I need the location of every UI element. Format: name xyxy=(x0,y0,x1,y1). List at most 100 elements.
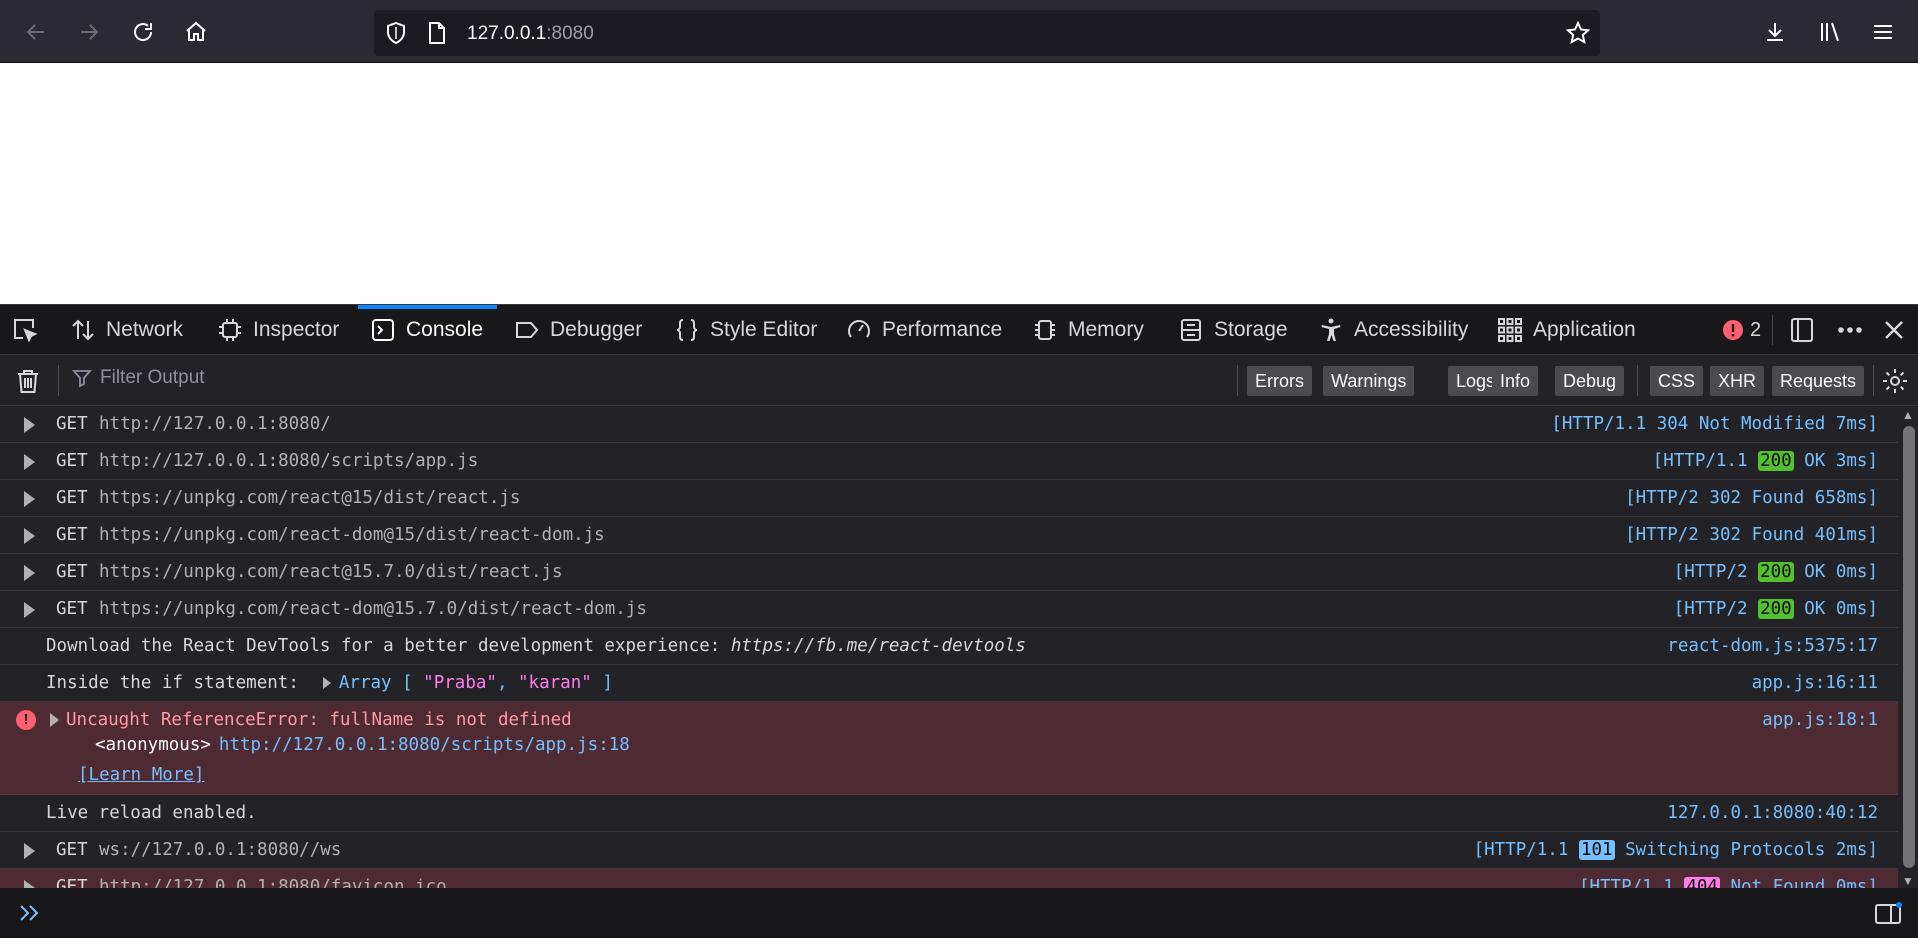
expand-arrow-icon[interactable] xyxy=(50,713,59,727)
more-options-button[interactable] xyxy=(1836,305,1864,355)
request-url[interactable]: https://unpkg.com/react@15.7.0/dist/reac… xyxy=(99,562,563,582)
request-url[interactable]: https://unpkg.com/react-dom@15/dist/reac… xyxy=(99,525,605,545)
status-code: 304 xyxy=(1656,414,1689,434)
filter-xhr-button[interactable]: XHR xyxy=(1710,366,1765,396)
tab-performance[interactable]: Performance xyxy=(846,305,1002,355)
filter-warnings-button[interactable]: Warnings xyxy=(1323,366,1415,396)
learn-more-link[interactable]: [Learn More] xyxy=(78,765,204,785)
filter-info-button[interactable]: Info xyxy=(1492,366,1539,396)
request-status[interactable]: [HTTP/1.1 101 Switching Protocols 2ms] xyxy=(1474,840,1878,860)
close-devtools-button[interactable] xyxy=(1882,305,1906,355)
request-url[interactable]: ws://127.0.0.1:8080//ws xyxy=(99,840,341,860)
gear-icon xyxy=(1883,369,1907,393)
network-request-row[interactable]: GET https://unpkg.com/react@15.7.0/dist/… xyxy=(0,554,1898,591)
expand-arrow-icon[interactable] xyxy=(24,454,35,470)
expand-arrow-icon[interactable] xyxy=(24,491,35,507)
log-link[interactable]: https://fb.me/react-devtools xyxy=(731,636,1026,656)
request-status[interactable]: [HTTP/2 200 OK 0ms] xyxy=(1674,599,1878,619)
app-menu-button[interactable] xyxy=(1865,14,1901,50)
network-icon xyxy=(72,319,94,341)
expand-arrow-icon[interactable] xyxy=(24,602,35,618)
tracking-protection-shield-icon[interactable] xyxy=(384,21,408,45)
forward-button[interactable] xyxy=(71,14,107,50)
request-protocol: [HTTP/1.1 xyxy=(1473,840,1569,860)
devtools-tab-bar: Network Inspector Console Debugger Style… xyxy=(0,305,1918,355)
url-bar[interactable]: 127.0.0.1:8080 xyxy=(374,10,1600,56)
scroll-up-arrow-icon[interactable]: ▲ xyxy=(1902,408,1914,422)
tab-storage[interactable]: Storage xyxy=(1178,305,1288,355)
console-input[interactable] xyxy=(0,888,1918,938)
request-url[interactable]: https://unpkg.com/react-dom@15.7.0/dist/… xyxy=(99,599,647,619)
page-viewport xyxy=(0,63,1918,304)
network-request-row[interactable]: GET ws://127.0.0.1:8080//ws [HTTP/1.1 10… xyxy=(0,832,1898,869)
source-location-link[interactable]: app.js:18:1 xyxy=(1762,710,1878,730)
network-request-row[interactable]: GET http://127.0.0.1:8080/favicon.ico [H… xyxy=(0,869,1898,888)
element-picker-button[interactable] xyxy=(12,305,38,355)
tab-label: Network xyxy=(106,318,184,341)
source-location-link[interactable]: react-dom.js:5375:17 xyxy=(1667,636,1878,656)
tab-inspector[interactable]: Inspector xyxy=(217,305,339,355)
array-open[interactable]: Array [ xyxy=(339,673,423,693)
expand-arrow-icon[interactable] xyxy=(24,417,35,433)
bookmark-star-icon[interactable] xyxy=(1566,21,1590,45)
tab-console[interactable]: Console xyxy=(358,305,498,355)
expand-arrow-icon[interactable] xyxy=(24,843,35,859)
reload-button[interactable] xyxy=(125,14,161,50)
source-location-link[interactable]: app.js:16:11 xyxy=(1752,673,1878,693)
request-status[interactable]: [HTTP/1.1 304 Not Modified 7ms] xyxy=(1551,414,1878,434)
scrollbar-thumb[interactable] xyxy=(1903,426,1915,868)
filter-css-button[interactable]: CSS xyxy=(1650,366,1704,396)
filter-errors-button[interactable]: Errors xyxy=(1247,366,1312,396)
console-output: GET http://127.0.0.1:8080/ [HTTP/1.1 304… xyxy=(0,406,1898,888)
request-status[interactable]: [HTTP/2 302 Found 658ms] xyxy=(1625,488,1878,508)
tab-memory[interactable]: Memory xyxy=(1032,305,1144,355)
back-button[interactable] xyxy=(18,14,54,50)
console-scrollbar[interactable]: ▲ ▼ xyxy=(1898,406,1918,888)
request-status[interactable]: [HTTP/2 200 OK 0ms] xyxy=(1674,562,1878,582)
responsive-design-icon xyxy=(1791,318,1813,342)
scroll-down-arrow-icon[interactable]: ▼ xyxy=(1902,874,1914,888)
stack-url-link[interactable]: http://127.0.0.1:8080/scripts/app.js:18 xyxy=(219,735,630,755)
home-button[interactable] xyxy=(178,14,214,50)
library-button[interactable] xyxy=(1812,14,1848,50)
request-url[interactable]: http://127.0.0.1:8080/scripts/app.js xyxy=(99,451,478,471)
sidebar-toggle-icon[interactable] xyxy=(1874,902,1902,926)
error-count-badge[interactable]: 2 xyxy=(1722,305,1761,355)
expand-array-arrow-icon[interactable] xyxy=(322,677,331,689)
status-text: Not Found 0ms] xyxy=(1730,877,1878,888)
network-request-row[interactable]: GET https://unpkg.com/react@15/dist/reac… xyxy=(0,480,1898,517)
network-request-row[interactable]: GET http://127.0.0.1:8080/ [HTTP/1.1 304… xyxy=(0,406,1898,443)
network-request-row[interactable]: GET http://127.0.0.1:8080/scripts/app.js… xyxy=(0,443,1898,480)
page-info-icon[interactable] xyxy=(426,21,448,45)
network-request-row[interactable]: GET https://unpkg.com/react-dom@15.7.0/d… xyxy=(0,591,1898,628)
filter-debug-button[interactable]: Debug xyxy=(1555,366,1625,396)
tab-accessibility[interactable]: Accessibility xyxy=(1318,305,1468,355)
network-request-row[interactable]: GET https://unpkg.com/react-dom@15/dist/… xyxy=(0,517,1898,554)
expand-arrow-icon[interactable] xyxy=(24,880,35,888)
request-status[interactable]: [HTTP/1.1 200 OK 3ms] xyxy=(1653,451,1878,471)
filter-requests-button[interactable]: Requests xyxy=(1772,366,1865,396)
request-url[interactable]: http://127.0.0.1:8080/ xyxy=(99,414,331,434)
request-url[interactable]: http://127.0.0.1:8080/favicon.ico xyxy=(99,877,447,888)
tab-network[interactable]: Network xyxy=(70,305,183,355)
status-code: 200 xyxy=(1758,599,1794,619)
source-location-link[interactable]: 127.0.0.1:8080:40:12 xyxy=(1667,803,1878,823)
request-status[interactable]: [HTTP/1.1 404 Not Found 0ms] xyxy=(1579,877,1878,888)
request-url[interactable]: https://unpkg.com/react@15/dist/react.js xyxy=(99,488,520,508)
filter-output-input[interactable]: Filter Output xyxy=(72,367,205,389)
expand-arrow-icon[interactable] xyxy=(24,565,35,581)
console-settings-button[interactable] xyxy=(1881,367,1909,400)
accessibility-icon xyxy=(1321,318,1341,341)
expand-arrow-icon[interactable] xyxy=(24,528,35,544)
tab-style-editor[interactable]: Style Editor xyxy=(674,305,817,355)
clear-console-button[interactable] xyxy=(14,367,42,400)
responsive-design-button[interactable] xyxy=(1788,305,1816,355)
tab-application[interactable]: Application xyxy=(1497,305,1636,355)
request-status[interactable]: [HTTP/2 302 Found 401ms] xyxy=(1625,525,1878,545)
downloads-button[interactable] xyxy=(1757,14,1793,50)
status-text: Switching Protocols 2ms] xyxy=(1625,840,1878,860)
url-text[interactable]: 127.0.0.1:8080 xyxy=(467,23,594,45)
request-method: GET xyxy=(56,562,88,582)
tab-debugger[interactable]: Debugger xyxy=(514,305,642,355)
request-protocol: [HTTP/1.1 xyxy=(1551,414,1647,434)
